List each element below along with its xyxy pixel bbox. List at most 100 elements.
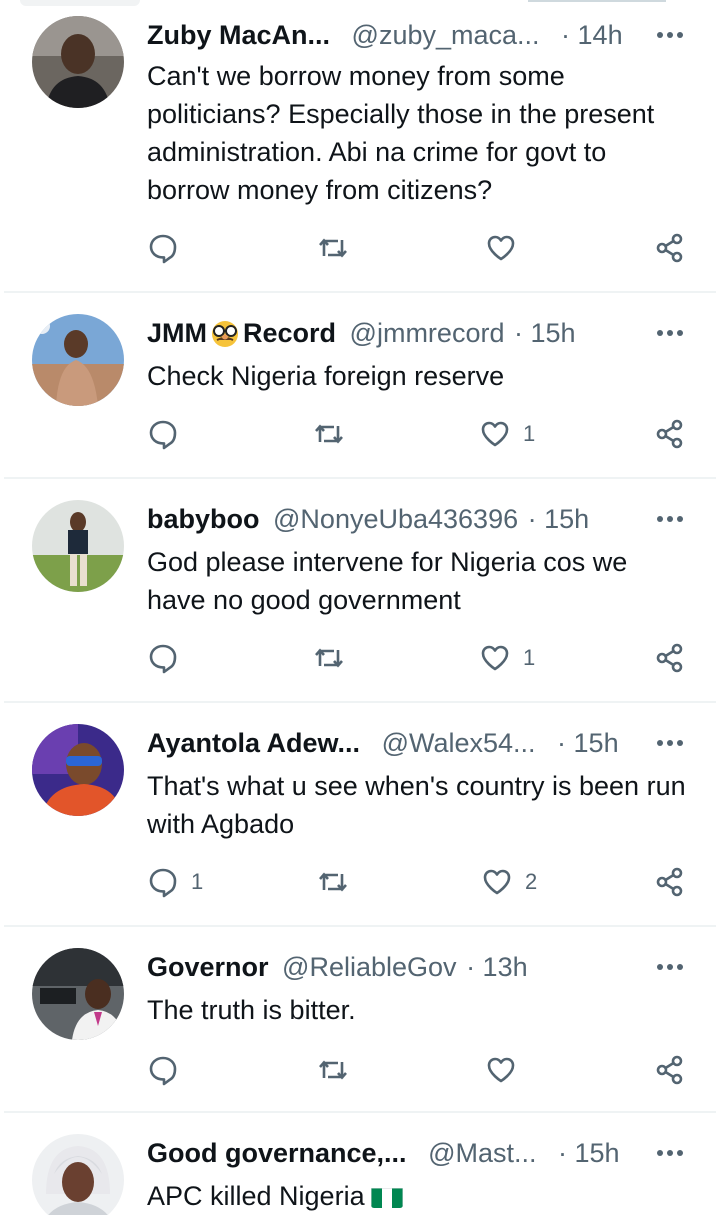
share-icon bbox=[654, 642, 686, 674]
user-handle[interactable]: @ReliableGov bbox=[282, 952, 457, 982]
repost-arrows-icon bbox=[313, 642, 345, 674]
heart-icon bbox=[479, 642, 511, 674]
more-dots-icon[interactable] bbox=[654, 509, 688, 529]
share-button[interactable] bbox=[654, 416, 686, 452]
repost-arrows-icon bbox=[317, 866, 349, 898]
reply-count: 1 bbox=[191, 869, 204, 894]
display-name[interactable]: Good governance,... bbox=[147, 1138, 407, 1168]
like-button[interactable]: 2 bbox=[481, 864, 537, 900]
avatar[interactable] bbox=[32, 16, 124, 108]
reply-item[interactable]: Ayantola Adew... @Walex54... · 15h That'… bbox=[0, 702, 720, 926]
share-icon bbox=[654, 232, 686, 264]
more-dots-icon[interactable] bbox=[654, 957, 688, 977]
like-button[interactable]: 1 bbox=[479, 416, 535, 452]
user-handle[interactable]: @zuby_maca... bbox=[352, 20, 540, 50]
timestamp[interactable]: · 14h bbox=[561, 20, 623, 50]
reply-text: Check Nigeria foreign reserve bbox=[147, 361, 505, 391]
reply-item[interactable]: Good governance,... @Mast... · 15h APC k… bbox=[0, 1112, 720, 1215]
repost-button[interactable] bbox=[317, 1052, 361, 1088]
reply-header: Ayantola Adew... @Walex54... · 15h bbox=[147, 726, 619, 760]
reply-button[interactable]: 1 bbox=[147, 864, 203, 900]
share-icon bbox=[654, 1054, 686, 1086]
reply-text: That's what u see when's country is been… bbox=[147, 771, 686, 839]
avatar[interactable] bbox=[32, 314, 124, 406]
display-name[interactable]: babyboo bbox=[147, 504, 260, 534]
reply-item[interactable]: babyboo @NonyeUba436396 · 15h God please… bbox=[0, 478, 720, 702]
reply-button[interactable] bbox=[147, 1052, 191, 1088]
reply-button[interactable] bbox=[147, 230, 191, 266]
avatar[interactable] bbox=[32, 948, 124, 1040]
avatar[interactable] bbox=[32, 1134, 124, 1215]
like-button[interactable] bbox=[485, 1052, 529, 1088]
more-dots-icon[interactable] bbox=[654, 1143, 688, 1163]
timestamp[interactable]: · 15h bbox=[558, 1138, 620, 1168]
display-name[interactable]: Zuby MacAn... bbox=[147, 20, 330, 50]
like-count: 1 bbox=[523, 645, 536, 670]
heart-icon bbox=[485, 1054, 517, 1086]
reply-header: Zuby MacAn... @zuby_maca... · 14h bbox=[147, 18, 623, 52]
like-count: 2 bbox=[525, 869, 538, 894]
action-bar: 1 bbox=[0, 640, 720, 680]
avatar[interactable] bbox=[32, 500, 124, 592]
timestamp[interactable]: · 13h bbox=[466, 952, 528, 982]
reply-text: APC killed Nigeria bbox=[147, 1177, 687, 1215]
repost-button[interactable] bbox=[317, 864, 361, 900]
repost-arrows-icon bbox=[317, 232, 349, 264]
like-button[interactable]: 1 bbox=[479, 640, 535, 676]
reply-text: Can't we borrow money from some politici… bbox=[147, 61, 655, 205]
speech-bubble-icon bbox=[147, 642, 179, 674]
reply-text-content: APC killed Nigeria bbox=[147, 1181, 365, 1211]
share-button[interactable] bbox=[654, 864, 686, 900]
more-dots-icon[interactable] bbox=[654, 25, 688, 45]
heart-icon bbox=[481, 866, 513, 898]
action-bar: 1 2 bbox=[0, 864, 720, 904]
heart-icon bbox=[485, 232, 517, 264]
avatar[interactable] bbox=[32, 724, 124, 816]
user-handle[interactable]: @NonyeUba436396 bbox=[273, 504, 518, 534]
repost-arrows-icon bbox=[313, 418, 345, 450]
repost-button[interactable] bbox=[313, 640, 357, 676]
display-name-part: JMM bbox=[147, 318, 207, 348]
reply-button[interactable] bbox=[147, 640, 191, 676]
reply-header: babyboo @NonyeUba436396 · 15h bbox=[147, 502, 589, 536]
share-button[interactable] bbox=[654, 1052, 686, 1088]
speech-bubble-icon bbox=[147, 418, 179, 450]
more-dots-icon[interactable] bbox=[654, 733, 688, 753]
reply-header: JMM Record @jmmrecord · 15h bbox=[147, 316, 576, 350]
action-bar bbox=[0, 230, 720, 270]
repost-button[interactable] bbox=[317, 230, 361, 266]
action-bar bbox=[0, 1052, 720, 1092]
more-dots-icon[interactable] bbox=[654, 323, 688, 343]
reply-item[interactable]: Zuby MacAn... @zuby_maca... · 14h Can't … bbox=[0, 0, 720, 292]
like-count: 1 bbox=[523, 421, 536, 446]
user-handle[interactable]: @Mast... bbox=[428, 1138, 536, 1168]
repost-button[interactable] bbox=[313, 416, 357, 452]
share-icon bbox=[654, 866, 686, 898]
speech-bubble-icon bbox=[147, 1054, 179, 1086]
reply-text: The truth is bitter. bbox=[147, 995, 356, 1025]
disguised-face-emoji bbox=[208, 318, 242, 348]
reply-item[interactable]: JMM Record @jmmrecord · 15h Check Nigeria… bbox=[0, 292, 720, 478]
timestamp[interactable]: · 15h bbox=[557, 728, 619, 758]
reply-header: Good governance,... @Mast... · 15h bbox=[147, 1136, 620, 1170]
timestamp[interactable]: · 15h bbox=[528, 504, 590, 534]
share-button[interactable] bbox=[654, 230, 686, 266]
timestamp[interactable]: · 15h bbox=[514, 318, 576, 348]
user-handle[interactable]: @Walex54... bbox=[382, 728, 536, 758]
nigeria-flag-emoji bbox=[370, 1184, 403, 1208]
action-bar: 1 bbox=[0, 416, 720, 456]
share-button[interactable] bbox=[654, 640, 686, 676]
display-name-part: Record bbox=[243, 318, 337, 348]
speech-bubble-icon bbox=[147, 866, 179, 898]
reply-button[interactable] bbox=[147, 416, 191, 452]
reply-header: Governor @ReliableGov · 13h bbox=[147, 950, 528, 984]
share-icon bbox=[654, 418, 686, 450]
display-name[interactable]: JMM Record bbox=[147, 318, 336, 348]
reply-item[interactable]: Governor @ReliableGov · 13h The truth is… bbox=[0, 926, 720, 1112]
speech-bubble-icon bbox=[147, 232, 179, 264]
like-button[interactable] bbox=[485, 230, 529, 266]
heart-icon bbox=[479, 418, 511, 450]
display-name[interactable]: Governor bbox=[147, 952, 269, 982]
display-name[interactable]: Ayantola Adew... bbox=[147, 728, 360, 758]
user-handle[interactable]: @jmmrecord bbox=[350, 318, 505, 348]
